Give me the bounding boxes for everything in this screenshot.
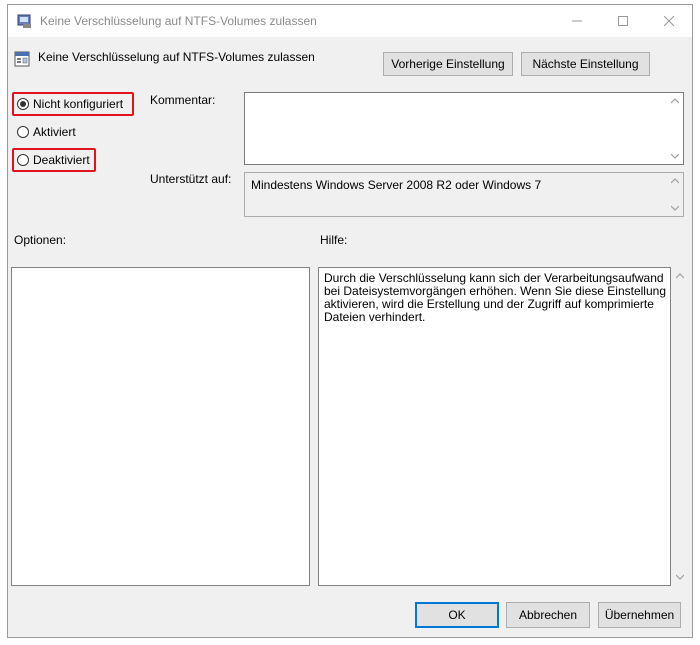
maximize-icon: [618, 16, 628, 26]
close-button[interactable]: [646, 5, 692, 37]
help-text: Durch die Verschlüsselung kann sich der …: [324, 271, 666, 324]
maximize-button[interactable]: [600, 5, 646, 37]
supported-on-scrollbar[interactable]: [667, 173, 683, 216]
options-label: Optionen:: [14, 233, 67, 247]
scroll-down-arrow-icon: [671, 153, 679, 159]
minimize-button[interactable]: [554, 5, 600, 37]
radio-label: Aktiviert: [33, 125, 76, 139]
policy-setting-icon: [17, 14, 31, 28]
previous-setting-button[interactable]: Vorherige Einstellung: [383, 52, 513, 76]
help-scrollbar[interactable]: [671, 267, 688, 586]
next-setting-button[interactable]: Nächste Einstellung: [521, 52, 650, 76]
title-bar: Keine Verschlüsselung auf NTFS-Volumes z…: [8, 5, 692, 37]
options-panel[interactable]: [11, 267, 310, 586]
scroll-up-arrow-icon: [676, 273, 684, 279]
radio-enabled[interactable]: Aktiviert: [17, 125, 76, 139]
ok-button[interactable]: OK: [415, 602, 499, 628]
apply-button[interactable]: Übernehmen: [598, 602, 681, 628]
supported-on-field: Mindestens Windows Server 2008 R2 oder W…: [244, 172, 684, 217]
scroll-up-arrow-icon: [671, 98, 679, 104]
supported-on-value: Mindestens Windows Server 2008 R2 oder W…: [251, 178, 542, 192]
supported-on-label: Unterstützt auf:: [150, 172, 232, 186]
help-panel: Durch die Verschlüsselung kann sich der …: [318, 267, 671, 586]
scroll-down-arrow-icon: [671, 205, 679, 211]
comment-label: Kommentar:: [150, 93, 216, 107]
cancel-button[interactable]: Abbrechen: [506, 602, 590, 628]
highlight-box-disabled: [12, 148, 96, 172]
policy-setting-icon: [14, 51, 30, 67]
radio-circle: [17, 126, 29, 138]
comment-textarea[interactable]: [244, 92, 684, 165]
close-icon: [664, 16, 674, 26]
comment-scrollbar[interactable]: [667, 93, 683, 164]
help-label: Hilfe:: [320, 233, 348, 247]
scroll-up-arrow-icon: [671, 178, 679, 184]
scroll-down-arrow-icon: [676, 574, 684, 580]
policy-name: Keine Verschlüsselung auf NTFS-Volumes z…: [38, 50, 315, 64]
highlight-box-not-configured: [12, 92, 134, 116]
policy-dialog: Keine Verschlüsselung auf NTFS-Volumes z…: [7, 4, 693, 638]
window-title: Keine Verschlüsselung auf NTFS-Volumes z…: [40, 14, 317, 28]
minimize-icon: [572, 20, 582, 22]
